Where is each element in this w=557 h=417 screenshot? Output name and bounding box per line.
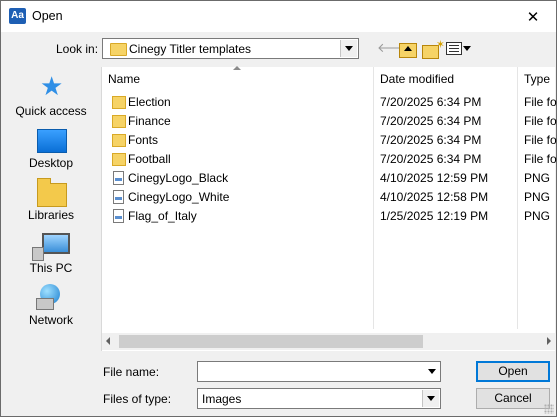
image-file-icon — [113, 171, 124, 185]
place-label: Desktop — [28, 156, 74, 170]
close-icon: ✕ — [526, 8, 540, 26]
item-name: Flag_of_Italy — [128, 209, 197, 223]
place-label: Quick access — [15, 104, 87, 118]
folder-icon — [112, 96, 126, 109]
place-quick-access[interactable]: ★ Quick access — [9, 69, 93, 121]
open-dialog: Aa Open ✕ Look in: Cinegy Titler templat… — [0, 0, 557, 417]
item-date: 4/10/2025 12:58 PM — [380, 190, 489, 204]
item-type: File folder — [524, 152, 557, 166]
place-desktop[interactable]: Desktop — [9, 123, 93, 175]
file-name-input[interactable] — [197, 361, 441, 382]
file-type-label: Files of type: — [103, 392, 172, 406]
resize-grip[interactable] — [544, 404, 554, 414]
item-type: File folder — [524, 114, 557, 128]
item-name: Election — [128, 95, 171, 109]
item-date: 7/20/2025 6:34 PM — [380, 114, 482, 128]
image-file-icon — [113, 209, 124, 223]
folder-icon — [112, 153, 126, 166]
libraries-icon — [37, 178, 67, 207]
item-type: PNG — [524, 171, 551, 185]
list-item[interactable]: Football 7/20/2025 6:34 PM File folder — [102, 149, 557, 168]
item-type: File folder — [524, 95, 557, 109]
scrollbar-thumb[interactable] — [119, 335, 423, 348]
list-item[interactable]: Election 7/20/2025 6:34 PM File folder — [102, 92, 557, 111]
place-label: This PC — [29, 261, 73, 275]
item-type: PNG — [524, 190, 551, 204]
app-icon: Aa — [9, 8, 26, 24]
scroll-right-icon[interactable] — [547, 337, 551, 345]
view-menu-arrow-icon[interactable] — [463, 46, 471, 51]
view-menu-icon[interactable] — [446, 42, 462, 55]
item-name: Fonts — [128, 133, 159, 147]
chevron-down-icon[interactable] — [423, 362, 440, 381]
places-bar: ★ Quick access Desktop Libraries This PC… — [9, 69, 93, 336]
list-item[interactable]: CinegyLogo_White 4/10/2025 12:58 PM PNG — [102, 187, 555, 206]
file-type-value: Images — [202, 392, 242, 406]
item-date: 7/20/2025 6:34 PM — [380, 95, 482, 109]
horizontal-scrollbar[interactable] — [102, 333, 555, 350]
file-name-label: File name: — [103, 365, 160, 379]
place-network[interactable]: Network — [9, 279, 93, 331]
item-name: CinegyLogo_Black — [128, 171, 229, 185]
star-icon: ★ — [40, 71, 64, 101]
item-date: 7/20/2025 6:34 PM — [380, 152, 482, 166]
window-title: Open — [32, 9, 63, 23]
place-label: Network — [28, 313, 73, 327]
item-date: 4/10/2025 12:59 PM — [380, 171, 489, 185]
title-bar: Aa Open ✕ — [1, 1, 556, 32]
item-name: Finance — [128, 114, 171, 128]
column-header-name[interactable]: Name — [108, 72, 140, 86]
image-file-icon — [113, 190, 124, 204]
place-label: Libraries — [27, 208, 75, 222]
chevron-down-icon[interactable] — [422, 390, 439, 407]
look-in-label: Look in: — [56, 42, 99, 56]
chevron-down-icon[interactable] — [340, 40, 357, 57]
item-date: 7/20/2025 6:34 PM — [380, 133, 482, 147]
folder-icon — [112, 115, 126, 128]
place-libraries[interactable]: Libraries — [9, 175, 93, 227]
folder-icon — [112, 134, 126, 147]
column-header-date[interactable]: Date modified — [380, 72, 454, 86]
open-button[interactable]: Open — [476, 361, 550, 382]
up-folder-icon[interactable] — [399, 43, 417, 58]
sort-ascending-icon — [233, 66, 241, 71]
item-type: File folder — [524, 133, 557, 147]
look-in-value: Cinegy Titler templates — [129, 42, 252, 56]
list-item[interactable]: Fonts 7/20/2025 6:34 PM File folder — [102, 130, 557, 149]
file-type-dropdown[interactable]: Images — [197, 388, 441, 409]
column-header-type[interactable]: Type — [524, 72, 550, 86]
folder-icon — [110, 43, 127, 56]
close-button[interactable]: ✕ — [510, 1, 556, 32]
list-item[interactable]: Flag_of_Italy 1/25/2025 12:19 PM PNG — [102, 206, 555, 225]
look-in-dropdown[interactable]: Cinegy Titler templates — [102, 38, 359, 59]
item-type: PNG — [524, 209, 551, 223]
desktop-icon — [37, 129, 67, 153]
place-this-pc[interactable]: This PC — [9, 227, 93, 279]
item-date: 1/25/2025 12:19 PM — [380, 209, 489, 223]
file-list[interactable]: Name Date modified Type Election 7/20/20… — [101, 66, 557, 351]
list-item[interactable]: Finance 7/20/2025 6:34 PM File folder — [102, 111, 557, 130]
cancel-button[interactable]: Cancel — [476, 388, 550, 409]
new-folder-icon[interactable] — [422, 38, 445, 59]
list-header: Name Date modified Type — [102, 66, 555, 91]
network-icon — [36, 284, 60, 310]
item-name: CinegyLogo_White — [128, 190, 230, 204]
computer-icon — [32, 233, 70, 261]
list-item[interactable]: CinegyLogo_Black 4/10/2025 12:59 PM PNG — [102, 168, 555, 187]
item-name: Football — [128, 152, 171, 166]
scroll-left-icon[interactable] — [106, 337, 110, 345]
